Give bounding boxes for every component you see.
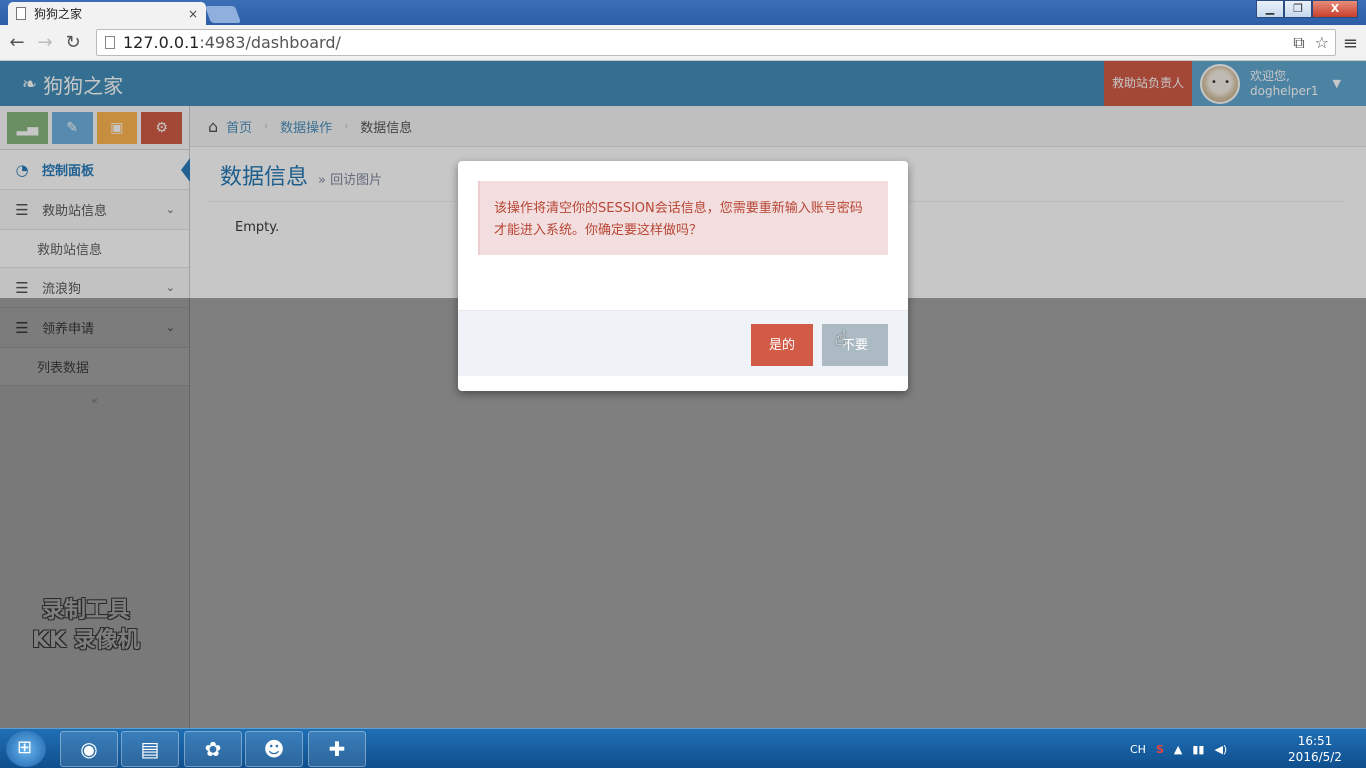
folder-icon[interactable]: ▤ <box>121 731 179 767</box>
bookmark-star-icon[interactable]: ☆ <box>1315 33 1329 53</box>
network-icon[interactable]: ▮▮ <box>1192 743 1204 756</box>
warning-message: 该操作将清空你的SESSION会话信息，您需要重新输入账号密码才能进入系统。你确… <box>478 181 888 255</box>
volume-icon[interactable]: ◀) <box>1214 743 1227 756</box>
maximize-button[interactable]: ❐ <box>1284 0 1312 18</box>
confirm-dialog: 该操作将清空你的SESSION会话信息，您需要重新输入账号密码才能进入系统。你确… <box>458 161 908 391</box>
browser-menu-icon[interactable]: ≡ <box>1343 33 1358 54</box>
confirm-button[interactable]: 是的 <box>751 324 813 366</box>
document-icon <box>16 7 26 20</box>
reload-icon[interactable]: ↻ <box>59 32 87 53</box>
language-indicator[interactable]: CH <box>1130 743 1146 756</box>
window-controls: ▁ ❐ X <box>1256 0 1358 18</box>
url-field[interactable]: 127.0.0.1:4983/dashboard/ ⧉ ☆ <box>96 29 1336 56</box>
url-host: 127.0.0.1 <box>123 33 200 52</box>
url-text: 127.0.0.1:4983/dashboard/ <box>123 33 341 52</box>
cancel-button[interactable]: 不要 <box>822 324 888 366</box>
url-path: :4983/dashboard/ <box>199 33 341 52</box>
translate-icon[interactable]: ⧉ <box>1293 33 1304 53</box>
chrome-icon[interactable]: ◉ <box>60 731 118 767</box>
tab-title: 狗狗之家 <box>34 7 83 21</box>
browser-tabstrip: 狗狗之家 × ▁ ❐ X <box>0 0 1366 25</box>
back-icon[interactable]: ← <box>3 32 31 53</box>
address-bar: ← → ↻ 127.0.0.1:4983/dashboard/ ⧉ ☆ ≡ <box>0 25 1366 61</box>
page-icon <box>105 36 115 49</box>
tab-close-icon[interactable]: × <box>188 7 198 21</box>
recorder-icon[interactable]: ☻ <box>245 731 303 767</box>
browser-tab[interactable]: 狗狗之家 × <box>8 2 206 25</box>
clock-time: 16:51 <box>1297 734 1333 748</box>
close-window-button[interactable]: X <box>1312 0 1358 18</box>
input-method-icon[interactable]: S <box>1156 743 1164 756</box>
taskbar: ◉ ▤ ✿ ☻ ✚ CH S ▲ ▮▮ ◀) 16:51 2016/5/2 <box>0 728 1366 768</box>
omnibox-actions: ⧉ ☆ <box>1293 33 1329 53</box>
clock[interactable]: 16:51 2016/5/2 <box>1280 733 1350 765</box>
installer-icon[interactable]: ✚ <box>308 731 366 767</box>
hand-cursor-icon: ☝ <box>835 326 848 350</box>
tray-expand-icon[interactable]: ▲ <box>1174 743 1182 756</box>
clock-date: 2016/5/2 <box>1288 750 1342 764</box>
minimize-button[interactable]: ▁ <box>1256 0 1284 18</box>
forward-icon[interactable]: → <box>31 32 59 53</box>
app-icon[interactable]: ✿ <box>184 731 242 767</box>
start-button[interactable] <box>6 731 46 767</box>
system-tray: CH S ▲ ▮▮ ◀) <box>1130 729 1227 768</box>
new-tab-button[interactable] <box>204 6 242 23</box>
